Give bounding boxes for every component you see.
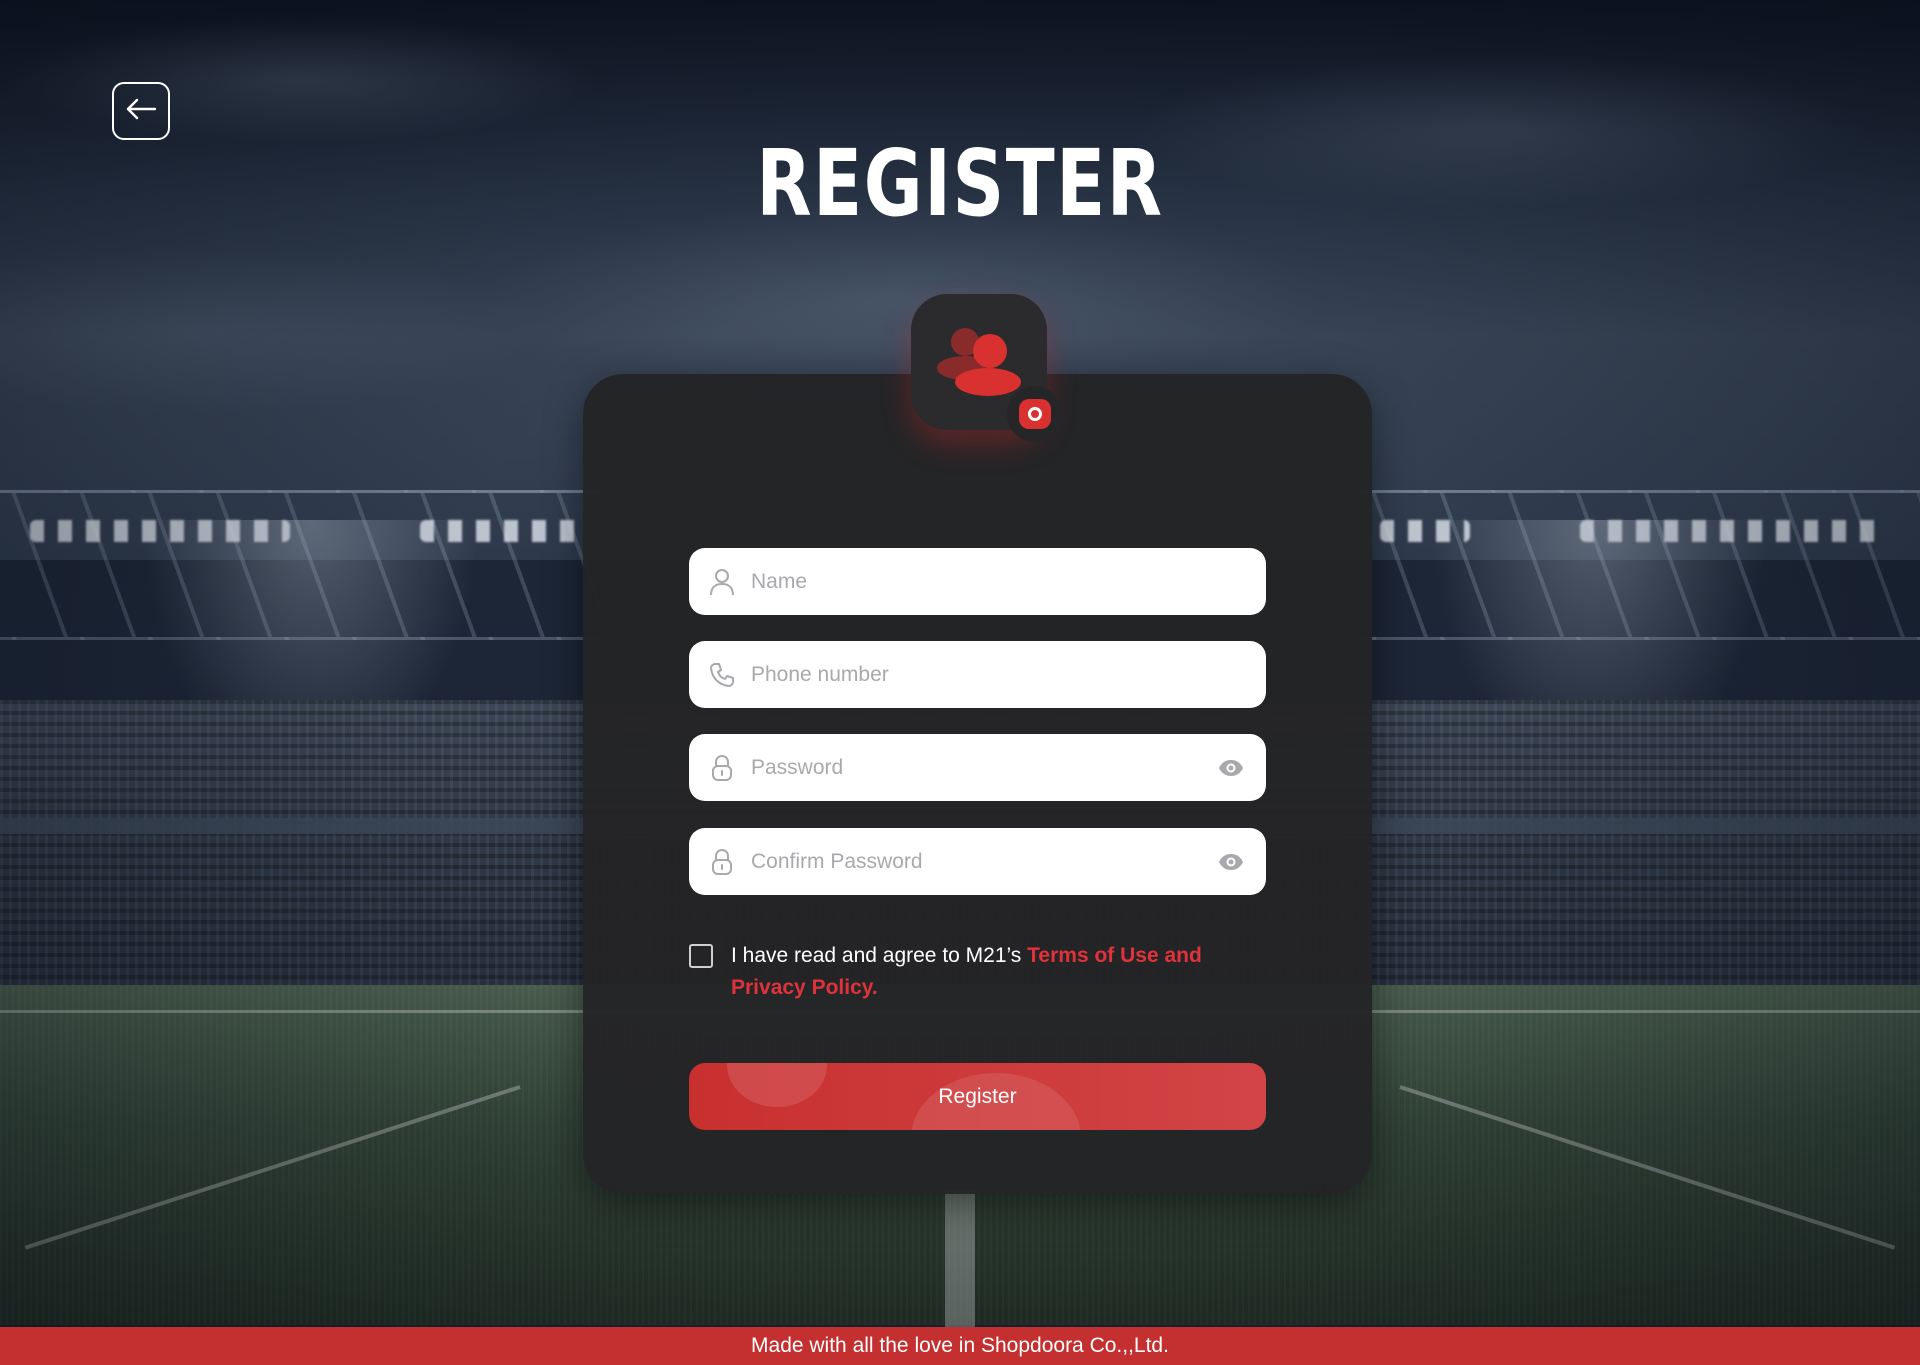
terms-agreement: I have read and agree to M21’s Terms of … [689,940,1266,1004]
confirm-password-field [689,828,1266,895]
register-button-label: Register [938,1084,1017,1108]
password-input[interactable] [751,734,1216,801]
eye-icon[interactable] [1216,753,1246,783]
phone-input[interactable] [751,641,1266,708]
terms-text: I have read and agree to M21’s Terms of … [731,940,1251,1004]
confirm-password-input[interactable] [751,828,1216,895]
terms-checkbox[interactable] [689,944,713,968]
register-button[interactable]: Register [689,1063,1266,1130]
password-field [689,734,1266,801]
page-title: REGISTER [756,130,1164,237]
lock-icon [707,753,737,783]
name-input[interactable] [751,548,1266,615]
lock-icon [707,847,737,877]
footer: Made with all the love in Shopdoora Co.,… [0,1327,1920,1365]
user-icon [707,567,737,597]
phone-icon [707,660,737,690]
camera-icon[interactable] [1007,386,1063,442]
arrow-left-icon [125,97,157,126]
footer-text: Made with all the love in Shopdoora Co.,… [751,1334,1169,1357]
eye-icon[interactable] [1216,847,1246,877]
terms-prefix: I have read and agree to M21’s [731,944,1028,967]
back-button[interactable] [112,82,170,140]
name-field [689,548,1266,615]
phone-field [689,641,1266,708]
